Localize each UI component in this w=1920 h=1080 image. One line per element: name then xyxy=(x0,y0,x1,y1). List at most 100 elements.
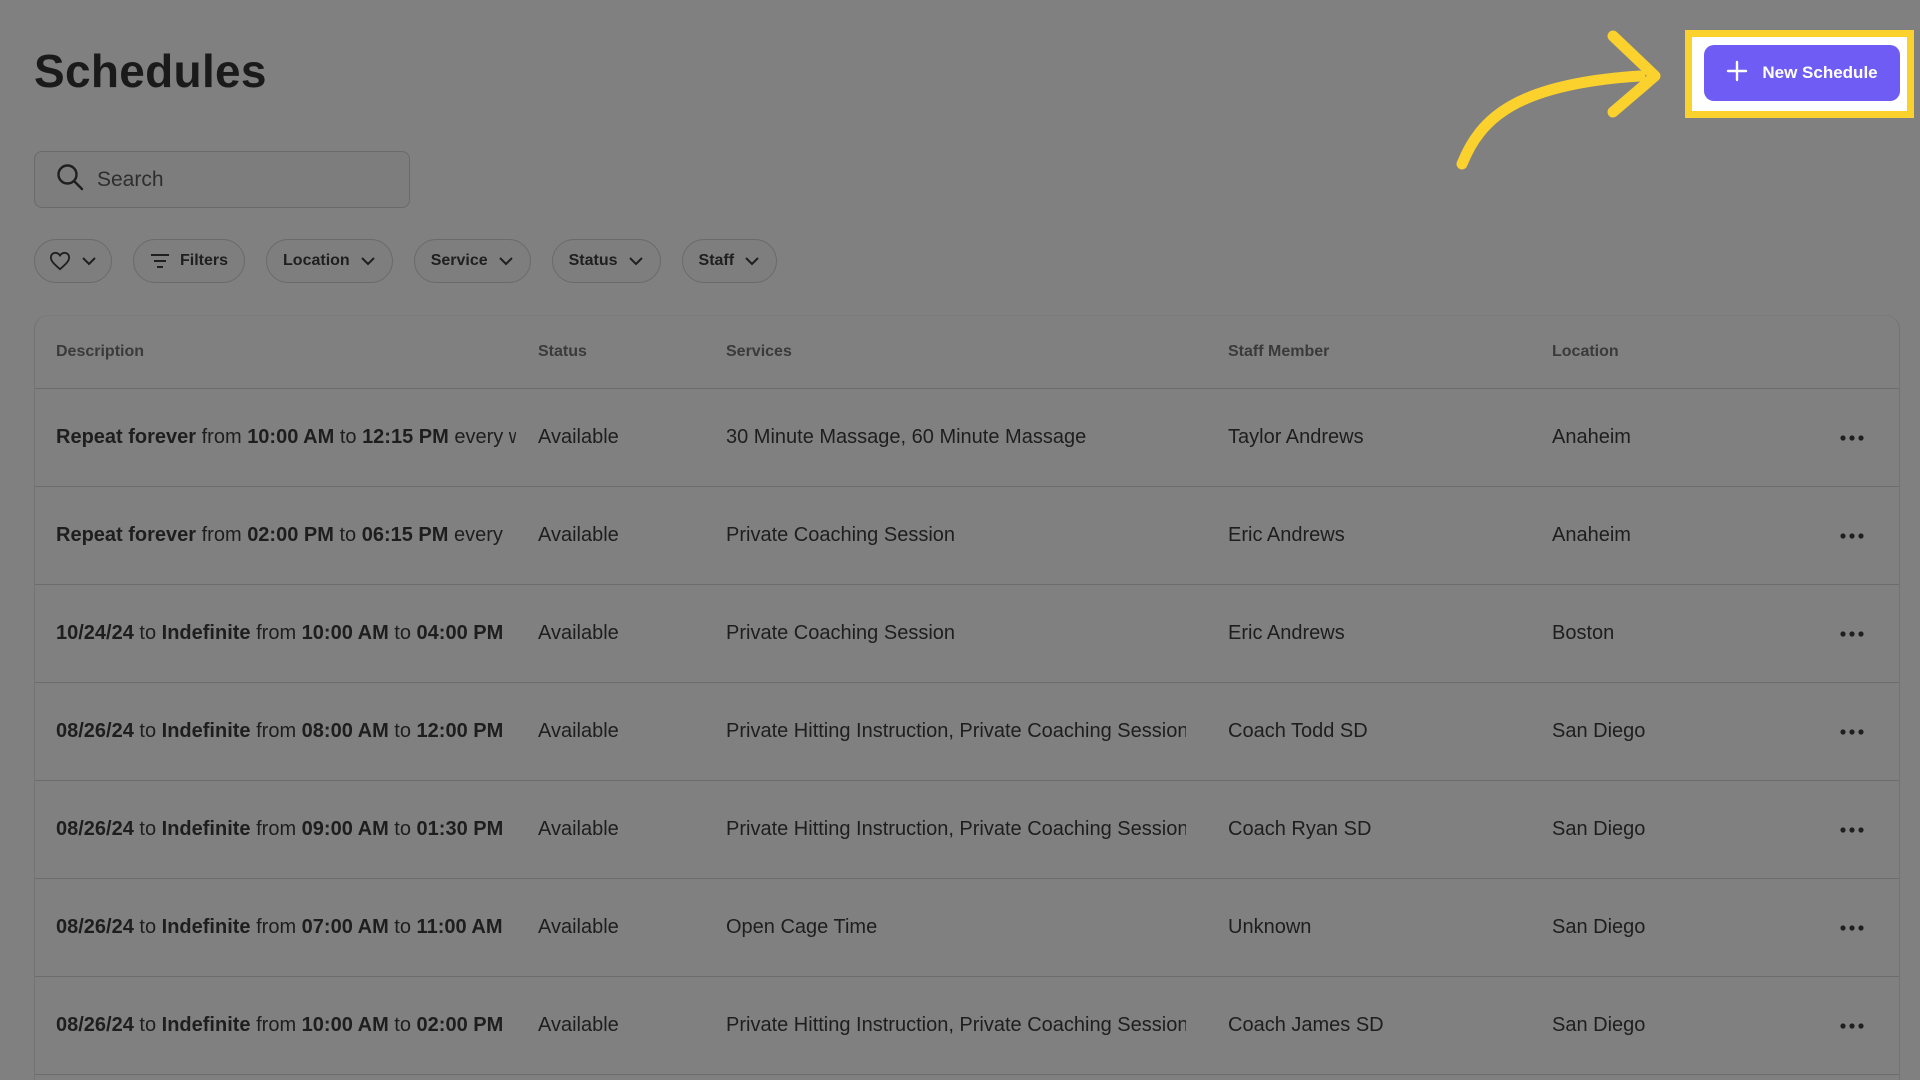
more-options-icon[interactable] xyxy=(1812,826,1892,833)
description-emphasis: 12:15 PM xyxy=(362,426,449,448)
description-emphasis: Indefinite xyxy=(161,720,251,742)
staff-filter[interactable]: Staff xyxy=(681,239,778,283)
row-staff: Eric Andrews xyxy=(1228,524,1345,546)
row-description: Repeat forever from 10:00 AM to 12:15 PM… xyxy=(35,426,538,449)
status-filter-label: Status xyxy=(568,252,618,269)
description-text-part: from xyxy=(250,1014,302,1036)
chevron-down-icon xyxy=(498,256,514,266)
chevron-down-icon xyxy=(360,256,376,266)
row-services-text: Private Coaching Session xyxy=(726,622,956,644)
favorites-filter[interactable] xyxy=(34,239,112,283)
table-row[interactable]: 08/26/24 to Indefinite from 08:00 AM to … xyxy=(35,683,1899,781)
row-location: Anaheim xyxy=(1552,524,1631,546)
row-location: San Diego xyxy=(1552,916,1646,938)
new-schedule-label: New Schedule xyxy=(1762,63,1878,82)
more-options-icon[interactable] xyxy=(1812,728,1892,735)
chevron-down-icon xyxy=(744,256,760,266)
description-text: Repeat forever from 02:00 PM to 06:15 PM… xyxy=(56,524,516,547)
more-options-icon[interactable] xyxy=(1812,1022,1892,1029)
row-location: Anaheim xyxy=(1552,426,1631,448)
filters-button[interactable]: Filters xyxy=(133,239,246,283)
row-description: 10/24/24 to Indefinite from 10:00 AM to … xyxy=(35,622,538,645)
heart-icon xyxy=(49,251,71,271)
more-options-icon[interactable] xyxy=(1812,532,1892,539)
row-services: 30 Minute Massage, 60 Minute Massage xyxy=(726,426,1228,449)
description-text-part: from xyxy=(250,916,302,938)
description-text-part: every w xyxy=(448,426,516,448)
row-description: 08/26/24 to Indefinite from 09:00 AM to … xyxy=(35,818,538,841)
column-header-staff[interactable]: Staff Member xyxy=(1228,343,1552,361)
description-emphasis: 01:30 PM xyxy=(416,818,504,840)
description-text-part: from xyxy=(250,818,302,840)
row-description: 08/26/24 to Indefinite from 07:00 AM to … xyxy=(35,916,538,939)
description-text: 08/26/24 to Indefinite from 09:00 AM to … xyxy=(56,818,516,841)
description-text-part: to xyxy=(388,1014,417,1036)
more-options-icon[interactable] xyxy=(1812,924,1892,931)
table-row[interactable]: Repeat forever from 02:00 PM to 06:15 PM… xyxy=(35,487,1899,585)
table-row[interactable]: 10/24/24 to Indefinite from 10:00 AM to … xyxy=(35,585,1899,683)
row-staff: Taylor Andrews xyxy=(1228,426,1364,448)
column-header-services[interactable]: Services xyxy=(726,343,1228,361)
search-box[interactable] xyxy=(34,151,410,208)
description-text: 08/26/24 to Indefinite from 08:00 AM to … xyxy=(56,720,516,743)
description-text-part: to xyxy=(388,916,417,938)
row-services-text: Private Hitting Instruction, Private Coa… xyxy=(726,1014,1186,1036)
service-filter[interactable]: Service xyxy=(413,239,531,283)
description-text: 08/26/24 to Indefinite from 07:00 AM to … xyxy=(56,916,516,939)
description-text-part: to xyxy=(333,524,362,546)
table-row[interactable]: Repeat forever from 10:00 AM to 12:15 PM… xyxy=(35,389,1899,487)
row-services: Private Hitting Instruction, Private Coa… xyxy=(726,1014,1228,1037)
description-emphasis: 10/24/24 xyxy=(56,622,134,644)
description-emphasis: Repeat forever xyxy=(56,426,197,448)
row-status: Available xyxy=(538,524,619,546)
row-staff: Unknown xyxy=(1228,916,1312,938)
description-text-part: to xyxy=(133,818,162,840)
description-emphasis: Indefinite xyxy=(161,916,251,938)
description-text-part: to xyxy=(334,426,363,448)
row-staff: Coach Todd SD xyxy=(1228,720,1368,742)
row-status: Available xyxy=(538,916,619,938)
row-staff: Coach James SD xyxy=(1228,1014,1384,1036)
description-emphasis: Indefinite xyxy=(161,818,251,840)
filters-label: Filters xyxy=(180,252,229,269)
description-emphasis: 04:00 PM xyxy=(416,622,504,644)
new-schedule-button[interactable]: New Schedule xyxy=(1704,45,1900,101)
page-title: Schedules xyxy=(34,45,267,97)
table-row[interactable]: 08/26/24 to Indefinite from 10:00 AM to … xyxy=(35,977,1899,1075)
schedules-table: Description Status Services Staff Member… xyxy=(34,315,1900,1080)
location-filter[interactable]: Location xyxy=(266,239,393,283)
row-description: 08/26/24 to Indefinite from 08:00 AM to … xyxy=(35,720,538,743)
description-emphasis: 08/26/24 xyxy=(56,818,134,840)
status-filter[interactable]: Status xyxy=(551,239,661,283)
description-emphasis: 02:00 PM xyxy=(416,1014,504,1036)
description-emphasis: Indefinite xyxy=(161,622,251,644)
description-text-part: from xyxy=(250,622,302,644)
description-emphasis: 02:00 PM xyxy=(247,524,334,546)
column-header-description[interactable]: Description xyxy=(35,343,538,361)
description-text-part: to xyxy=(133,916,162,938)
description-text-part: to xyxy=(388,818,417,840)
table-row[interactable]: 08/26/24 to Indefinite from 09:00 AM to … xyxy=(35,781,1899,879)
location-filter-label: Location xyxy=(283,252,350,269)
description-text-part: to xyxy=(133,622,162,644)
description-emphasis: 10:00 AM xyxy=(301,622,389,644)
description-text-part: to xyxy=(133,720,162,742)
table-row[interactable]: 08/26/24 to Indefinite from 07:00 AM to … xyxy=(35,879,1899,977)
more-options-icon[interactable] xyxy=(1812,434,1892,441)
description-emphasis: Indefinite xyxy=(161,1014,251,1036)
column-header-status[interactable]: Status xyxy=(538,343,726,361)
description-text: 08/26/24 to Indefinite from 10:00 AM to … xyxy=(56,1014,516,1037)
more-options-icon[interactable] xyxy=(1812,630,1892,637)
description-emphasis: 08/26/24 xyxy=(56,720,134,742)
row-services-text: Private Hitting Instruction, Private Coa… xyxy=(726,720,1186,742)
description-text-part: every xyxy=(448,524,503,546)
filter-bar: Filters Location Service Status Staff xyxy=(34,239,778,283)
search-input[interactable] xyxy=(97,167,397,192)
column-header-location[interactable]: Location xyxy=(1552,343,1812,361)
description-emphasis: 12:00 PM xyxy=(416,720,504,742)
description-emphasis: Repeat forever xyxy=(56,524,197,546)
row-status: Available xyxy=(538,622,619,644)
row-description: Repeat forever from 02:00 PM to 06:15 PM… xyxy=(35,524,538,547)
pointer-arrow-icon xyxy=(1456,30,1661,170)
description-emphasis: 09:00 AM xyxy=(301,818,389,840)
